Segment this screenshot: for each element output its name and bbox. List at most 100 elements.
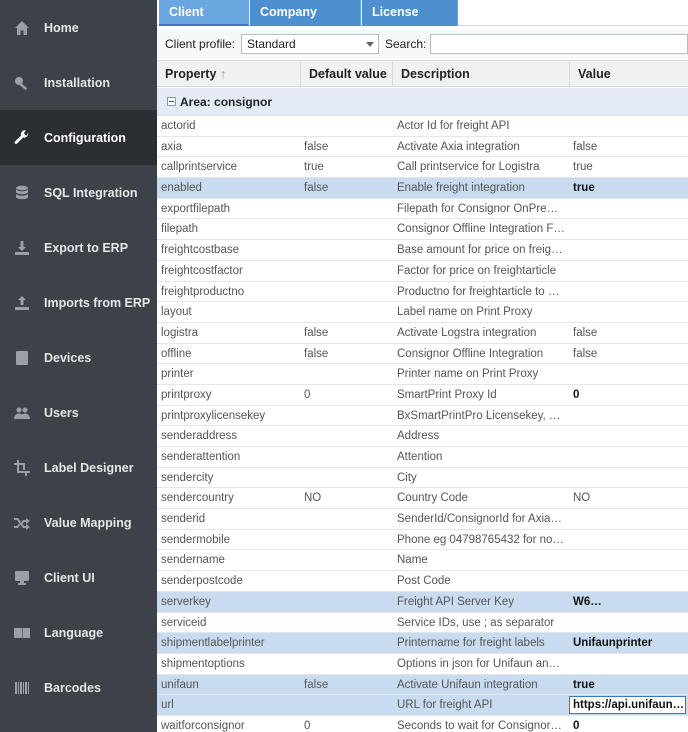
- value-cell[interactable]: false: [573, 323, 685, 343]
- property-cell: sendermobile: [161, 533, 231, 546]
- table-row[interactable]: freightproductno Productno for freightart…: [157, 282, 688, 303]
- value-cell[interactable]: [573, 261, 685, 281]
- value-cell[interactable]: [573, 550, 685, 570]
- table-row[interactable]: sendercountry NO Country Code NO: [157, 488, 688, 510]
- column-header-default[interactable]: Default value: [301, 61, 393, 87]
- table-row[interactable]: shipmentlabelprinter Printername for frei…: [157, 633, 688, 654]
- value-cell[interactable]: true: [573, 178, 685, 198]
- value-cell[interactable]: [573, 530, 685, 550]
- table-row[interactable]: senderaddress Address: [157, 426, 688, 447]
- sidebar-item-label: Barcodes: [44, 680, 101, 695]
- sidebar-item-label: Users: [44, 405, 79, 420]
- table-row[interactable]: shipmentoptions Options in json for Unifa…: [157, 654, 688, 675]
- table-row[interactable]: unifaun false Activate Unifaun integration…: [157, 674, 688, 696]
- table-row[interactable]: senderpostcode Post Code: [157, 571, 688, 592]
- value-cell[interactable]: [573, 654, 685, 674]
- default-value-cell: 0: [304, 388, 311, 401]
- default-value-cell: [304, 654, 389, 674]
- table-row[interactable]: waitforconsignor 0 Seconds to wait for Con…: [157, 716, 688, 732]
- table-row[interactable]: exportfilepath Filepath for Consignor OnP…: [157, 199, 688, 220]
- sidebar-item-client-ui[interactable]: Client UI: [0, 550, 157, 605]
- value-cell[interactable]: 0: [573, 385, 685, 405]
- description-cell: URL for freight API: [397, 699, 493, 712]
- sidebar-item-label-designer[interactable]: Label Designer: [0, 440, 157, 495]
- sidebar-item-value-mapping[interactable]: Value Mapping: [0, 495, 157, 550]
- column-header-value[interactable]: Value: [570, 61, 688, 87]
- value-cell[interactable]: W6: [573, 592, 685, 612]
- table-row[interactable]: senderid SenderId/ConsignorId for Axia in…: [157, 509, 688, 530]
- sidebar-item-imports-from-erp[interactable]: Imports from ERP: [0, 275, 157, 330]
- property-cell: freightcostbase: [161, 244, 239, 257]
- collapse-icon[interactable]: [167, 97, 176, 106]
- value-cell[interactable]: true: [573, 675, 685, 695]
- table-row[interactable]: layout Label name on Print Proxy: [157, 302, 688, 323]
- table-row[interactable]: offline false Consignor Offline Integratio…: [157, 344, 688, 365]
- value-cell[interactable]: [573, 240, 685, 260]
- value-cell[interactable]: [573, 571, 685, 591]
- property-cell: serverkey: [161, 595, 211, 608]
- sidebar-item-users[interactable]: Users: [0, 385, 157, 440]
- table-row[interactable]: actorid Actor Id for freight API: [157, 116, 688, 137]
- table-row[interactable]: url URL for freight API https://api.unifau…: [157, 695, 688, 716]
- value-cell[interactable]: [573, 426, 685, 446]
- table-row[interactable]: sendermobile Phone eg 04798765432 for nor…: [157, 530, 688, 551]
- sidebar-item-configuration[interactable]: Configuration: [0, 110, 157, 165]
- table-row[interactable]: sendername Name: [157, 550, 688, 572]
- value-cell[interactable]: [573, 447, 685, 467]
- sidebar-item-label: Language: [44, 625, 104, 640]
- table-row[interactable]: senderattention Attention: [157, 447, 688, 468]
- tab-license-profile[interactable]: License Profile: [362, 0, 458, 44]
- value-cell[interactable]: [573, 302, 685, 322]
- value-cell[interactable]: [573, 364, 685, 384]
- table-row[interactable]: printproxy 0 SmartPrint Proxy Id 0: [157, 385, 688, 406]
- value-cell[interactable]: [573, 116, 685, 136]
- value-cell[interactable]: false: [573, 137, 685, 157]
- value-cell[interactable]: NO: [573, 488, 685, 508]
- column-header-description[interactable]: Description: [393, 61, 570, 87]
- sidebar-item-barcodes[interactable]: Barcodes: [0, 660, 157, 715]
- sidebar-item-label: Configuration: [44, 130, 126, 145]
- search-input[interactable]: [430, 34, 688, 54]
- value-cell[interactable]: [573, 199, 685, 219]
- value-cell[interactable]: [573, 406, 685, 426]
- value-cell[interactable]: false: [573, 344, 685, 364]
- table-row[interactable]: callprintservice true Call printservice fo…: [157, 157, 688, 179]
- tab-company-profiles[interactable]: Company Profiles: [250, 0, 361, 44]
- value-cell[interactable]: [573, 509, 685, 529]
- table-row[interactable]: axia false Activate Axia integration false: [157, 137, 688, 158]
- table-row[interactable]: freightcostfactor Factor for price on fre…: [157, 261, 688, 282]
- description-cell: Service IDs, use ; as separator: [397, 616, 555, 629]
- sidebar-item-home[interactable]: Home: [0, 0, 157, 55]
- sidebar-item-export-to-erp[interactable]: Export to ERP: [0, 220, 157, 275]
- value-cell[interactable]: [573, 282, 685, 302]
- value-cell[interactable]: [573, 613, 685, 633]
- sidebar-item-sql-integration[interactable]: SQL Integration: [0, 165, 157, 220]
- table-row[interactable]: serviceid Service IDs, use ; as separator: [157, 613, 688, 634]
- table-row[interactable]: freightcostbase Base amount for price on …: [157, 240, 688, 261]
- table-row[interactable]: printer Printer name on Print Proxy: [157, 364, 688, 385]
- column-header-property[interactable]: Property ↑: [157, 61, 301, 87]
- value-cell[interactable]: [573, 219, 685, 239]
- table-row[interactable]: sendercity City: [157, 468, 688, 489]
- value-cell[interactable]: [573, 468, 685, 488]
- value-cell[interactable]: https://api.unifaun....: [569, 696, 686, 715]
- tab-client-profiles[interactable]: Client Profiles: [159, 0, 249, 44]
- redacted-blur: [591, 597, 685, 607]
- area-group-row[interactable]: Area: consignor: [157, 88, 688, 116]
- table-row[interactable]: printproxylicensekey BxSmartPrintPro Lice…: [157, 406, 688, 427]
- table-row[interactable]: serverkey Freight API Server Key W6: [157, 591, 688, 613]
- sort-arrow-up-icon: ↑: [219, 67, 227, 81]
- sidebar-item-devices[interactable]: Devices: [0, 330, 157, 385]
- table-row[interactable]: enabled false Enable freight integration tr…: [157, 178, 688, 199]
- table-row[interactable]: filepath Consignor Offline Integration Fi…: [157, 219, 688, 241]
- property-cell: shipmentlabelprinter: [161, 637, 265, 650]
- sidebar-item-installation[interactable]: Installation: [0, 55, 157, 110]
- sidebar-item-language[interactable]: Language: [0, 605, 157, 660]
- client-profile-select[interactable]: Standard: [241, 34, 379, 54]
- value-cell[interactable]: 0: [573, 716, 685, 732]
- value-cell[interactable]: true: [573, 157, 685, 177]
- grid-body: actorid Actor Id for freight API axia false…: [157, 116, 688, 732]
- table-row[interactable]: logistra false Activate Logstra integratio…: [157, 323, 688, 344]
- search-label: Search:: [385, 37, 427, 51]
- value-cell[interactable]: Unifaunprinter: [573, 633, 685, 653]
